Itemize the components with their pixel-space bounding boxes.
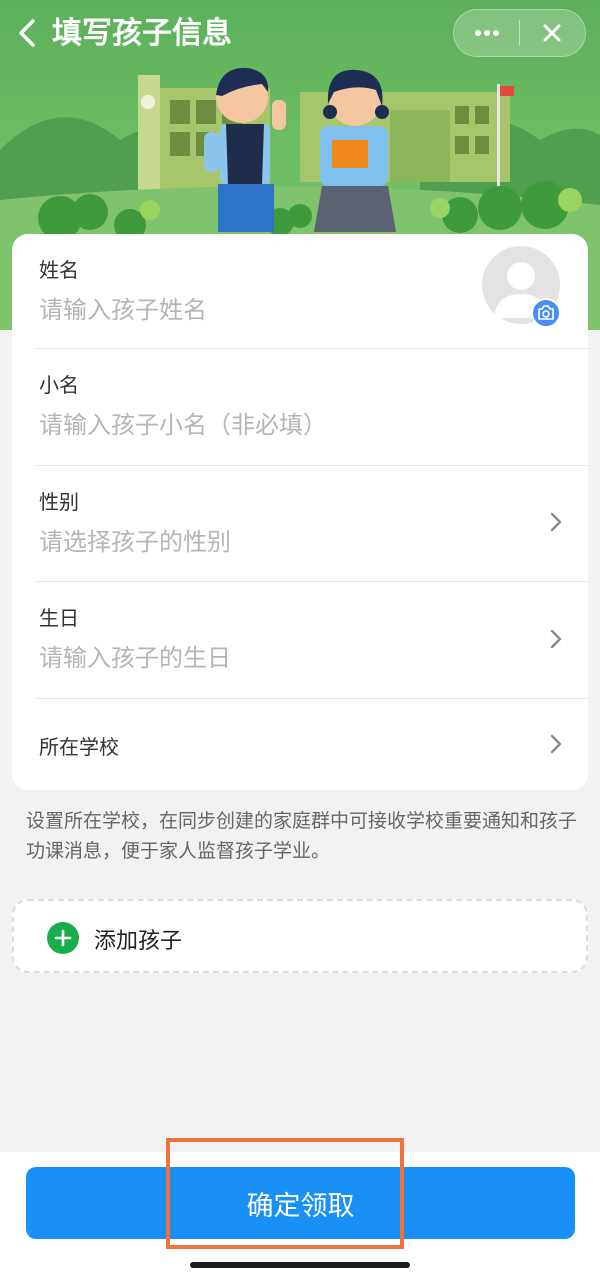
child-info-form: 姓名 请输入孩子姓名 小名 请输入孩子小名（非必填） 性别 请选择孩子的性别 生… [12,234,588,790]
gender-select[interactable]: 请选择孩子的性别 [39,522,231,557]
gender-chevron [546,510,566,534]
chevron-left-icon [19,19,35,47]
nickname-input[interactable]: 请输入孩子小名（非必填） [39,405,327,440]
chevron-right-icon [550,734,562,754]
name-input[interactable]: 请输入孩子姓名 [39,290,207,325]
home-indicator [190,1262,410,1268]
gender-field[interactable]: 性别 请选择孩子的性别 [36,466,588,581]
plus-icon [54,929,72,947]
gender-label: 性别 [39,490,79,514]
school-chevron [546,732,566,756]
camera-icon [538,305,554,320]
close-button[interactable] [520,9,585,57]
mini-program-capsule [453,9,586,57]
nickname-field[interactable]: 小名 请输入孩子小名（非必填） [36,349,588,465]
more-button[interactable] [454,9,519,57]
chevron-right-icon [550,512,562,532]
school-hint-text: 设置所在学校，在同步创建的家庭群中可接收学校重要通知和孩子功课消息，便于家人监督… [26,810,578,862]
nickname-label: 小名 [39,373,79,397]
school-field[interactable]: 所在学校 [36,699,588,790]
more-dots-icon [474,30,499,36]
page-title: 填写孩子信息 [52,16,232,51]
back-button[interactable] [12,16,42,50]
birthday-field[interactable]: 生日 请输入孩子的生日 [36,582,588,698]
close-icon [543,24,561,42]
birthday-chevron [546,627,566,651]
name-label: 姓名 [39,258,79,282]
chevron-right-icon [550,629,562,649]
birthday-label: 生日 [39,606,79,630]
school-label: 所在学校 [39,735,119,759]
navigation-bar: 填写孩子信息 [0,0,600,66]
add-child-button[interactable]: 添加孩子 [12,899,588,973]
birthday-input[interactable]: 请输入孩子的生日 [39,638,231,673]
plus-circle-icon [47,922,79,954]
highlight-annotation [166,1138,404,1249]
camera-button[interactable] [531,298,561,328]
add-child-label: 添加孩子 [94,929,183,954]
